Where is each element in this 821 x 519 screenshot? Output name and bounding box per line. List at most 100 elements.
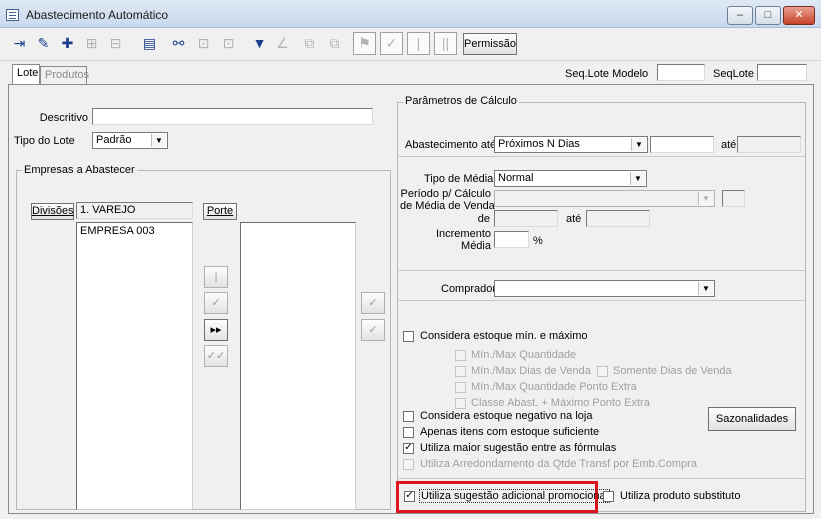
chevron-down-icon: ▼ bbox=[698, 192, 713, 205]
seq-lote-modelo-field[interactable] bbox=[657, 64, 705, 81]
classe-abast-checkbox[interactable] bbox=[455, 398, 466, 409]
add-icon[interactable]: ✚ bbox=[56, 32, 79, 55]
list-item[interactable]: EMPRESA 003 bbox=[80, 225, 189, 237]
pipe-icon[interactable]: | bbox=[407, 32, 430, 55]
tree-icon[interactable]: ⊞ bbox=[80, 32, 103, 55]
window-title: Abastecimento Automático bbox=[26, 8, 169, 22]
utiliza-substituto-label: Utiliza produto substituto bbox=[620, 490, 741, 502]
ledger-icon[interactable]: ▤ bbox=[138, 32, 161, 55]
porte-check-button[interactable]: ✓ bbox=[361, 292, 385, 314]
abastecimento-value: Próximos N Dias bbox=[498, 138, 580, 150]
abastecimento-select[interactable]: Próximos N Dias ▼ bbox=[494, 136, 648, 153]
tipo-media-select[interactable]: Normal ▼ bbox=[494, 170, 647, 187]
utiliza-adicional-checkbox[interactable]: ✓ bbox=[404, 491, 415, 502]
min-max-qtd-checkbox[interactable] bbox=[455, 350, 466, 361]
min-max-qtd-label: Mín./Max Quantidade bbox=[471, 349, 577, 361]
comprador-label: Comprador bbox=[441, 283, 497, 295]
seq-lote-modelo-label: Seq.Lote Modelo bbox=[565, 68, 649, 80]
porte-button[interactable]: Porte bbox=[203, 203, 237, 220]
ate-field[interactable] bbox=[737, 136, 801, 153]
divider bbox=[398, 300, 805, 301]
utiliza-arred-checkbox[interactable] bbox=[403, 459, 414, 470]
classe-abast-label: Classe Abast. + Máximo Ponto Extra bbox=[471, 397, 650, 409]
periodo-label: Período p/ Cálculo de Média de Venda bbox=[400, 188, 495, 212]
ate2-label: até bbox=[566, 213, 582, 225]
edit-icon[interactable]: ✎ bbox=[32, 32, 55, 55]
copy-icon[interactable]: ⧉ bbox=[298, 32, 321, 55]
empresas-group-title: Empresas a Abastecer bbox=[22, 164, 137, 176]
move-one-button[interactable]: | bbox=[204, 266, 228, 288]
divisao-field[interactable]: 1. VAREJO bbox=[76, 202, 193, 219]
periodo-extra-field[interactable] bbox=[722, 190, 745, 207]
tipo-media-value: Normal bbox=[498, 172, 534, 184]
seq-lote-label: SeqLote bbox=[713, 68, 754, 80]
tipo-lote-select[interactable]: Padrão ▼ bbox=[92, 132, 168, 149]
permissao-button[interactable]: Permissão bbox=[463, 33, 517, 55]
close-button[interactable]: ✕ bbox=[783, 6, 815, 25]
abastecimento-num-field[interactable] bbox=[650, 136, 714, 153]
periodo-select[interactable]: ▼ bbox=[494, 190, 715, 207]
comprador-select[interactable]: ▼ bbox=[494, 280, 715, 297]
tab-produtos[interactable]: Produtos bbox=[40, 66, 89, 84]
binoculars-icon[interactable]: ⚯ bbox=[167, 32, 190, 55]
apenas-itens-label: Apenas itens com estoque suficiente bbox=[420, 426, 600, 438]
considera-min-max-checkbox[interactable] bbox=[403, 331, 414, 342]
apenas-itens-checkbox[interactable] bbox=[403, 427, 414, 438]
toolbar: ⇥ ✎ ✚ ⊞ ⊟ ▤ ⚯ ⊡ ⊡ ▼ ∠ ⧉ ⧉ ⚑ ✓ | || Permi… bbox=[0, 28, 821, 61]
double-pipe-icon[interactable]: || bbox=[434, 32, 457, 55]
divider bbox=[398, 270, 805, 271]
porte-check2-button[interactable]: ✓ bbox=[361, 319, 385, 341]
grid-icon[interactable]: ⊡ bbox=[192, 32, 215, 55]
utiliza-substituto-checkbox[interactable] bbox=[603, 491, 614, 502]
considera-negativo-checkbox[interactable] bbox=[403, 411, 414, 422]
incremento-field[interactable] bbox=[494, 231, 529, 248]
sazonalidades-button[interactable]: Sazonalidades bbox=[708, 407, 796, 431]
chart-icon[interactable]: ∠ bbox=[271, 32, 294, 55]
divider bbox=[398, 478, 805, 479]
divisoes-label: Divisões bbox=[32, 205, 74, 217]
descritivo-field[interactable] bbox=[92, 108, 373, 125]
copy2-icon[interactable]: ⧉ bbox=[323, 32, 346, 55]
move-check-button[interactable]: ✓ bbox=[204, 292, 228, 314]
check-icon[interactable]: ✓ bbox=[380, 32, 403, 55]
seq-lote-field[interactable] bbox=[757, 64, 807, 81]
move-all-check-button[interactable]: ✓✓ bbox=[204, 345, 228, 367]
tipo-lote-label: Tipo do Lote bbox=[14, 135, 75, 147]
filter-icon[interactable]: ▼ bbox=[248, 32, 271, 55]
porte-label: Porte bbox=[206, 205, 234, 217]
incremento-label-1: Incremento bbox=[435, 228, 491, 240]
divisoes-button[interactable]: Divisões bbox=[31, 203, 74, 220]
somente-dias-checkbox[interactable] bbox=[597, 366, 608, 377]
min-max-dias-label: Mín./Max Dias de Venda bbox=[471, 365, 591, 377]
move-all-right-button[interactable]: ▸▸ bbox=[204, 319, 228, 341]
de-field[interactable] bbox=[494, 210, 558, 227]
min-max-dias-checkbox[interactable] bbox=[455, 366, 466, 377]
flag-icon[interactable]: ⚑ bbox=[353, 32, 376, 55]
minimize-button[interactable]: – bbox=[727, 6, 753, 25]
descritivo-label: Descritivo bbox=[39, 112, 88, 124]
empresas-listbox[interactable]: EMPRESA 003 bbox=[76, 222, 193, 510]
divider bbox=[398, 156, 805, 157]
min-max-qtd-ponto-label: Mín./Max Quantidade Ponto Extra bbox=[471, 381, 637, 393]
parametros-group-title: Parâmetros de Cálculo bbox=[403, 95, 519, 107]
chevron-down-icon: ▼ bbox=[698, 282, 713, 295]
periodo-label-2: de Média de Venda bbox=[400, 200, 495, 212]
periodo-label-1: Período p/ Cálculo bbox=[400, 188, 492, 200]
porte-listbox[interactable] bbox=[240, 222, 356, 510]
ate2-field[interactable] bbox=[586, 210, 650, 227]
tree2-icon[interactable]: ⊟ bbox=[104, 32, 127, 55]
abastecimento-label: Abastecimento até bbox=[405, 139, 497, 151]
min-max-qtd-ponto-checkbox[interactable] bbox=[455, 382, 466, 393]
percent-label: % bbox=[533, 235, 543, 247]
incremento-label-2: Média bbox=[461, 240, 491, 252]
maximize-button[interactable]: □ bbox=[755, 6, 781, 25]
app-icon bbox=[6, 9, 19, 21]
exit-icon[interactable]: ⇥ bbox=[8, 32, 31, 55]
title-bar: Abastecimento Automático – □ ✕ bbox=[0, 0, 821, 28]
chevron-down-icon: ▼ bbox=[630, 172, 645, 185]
grid2-icon[interactable]: ⊡ bbox=[217, 32, 240, 55]
utiliza-adicional-label: Utiliza sugestão adicional promocional bbox=[419, 489, 611, 503]
utiliza-maior-checkbox[interactable]: ✓ bbox=[403, 443, 414, 454]
tab-lote[interactable]: Lote bbox=[12, 64, 40, 84]
chevron-down-icon: ▼ bbox=[631, 138, 646, 151]
